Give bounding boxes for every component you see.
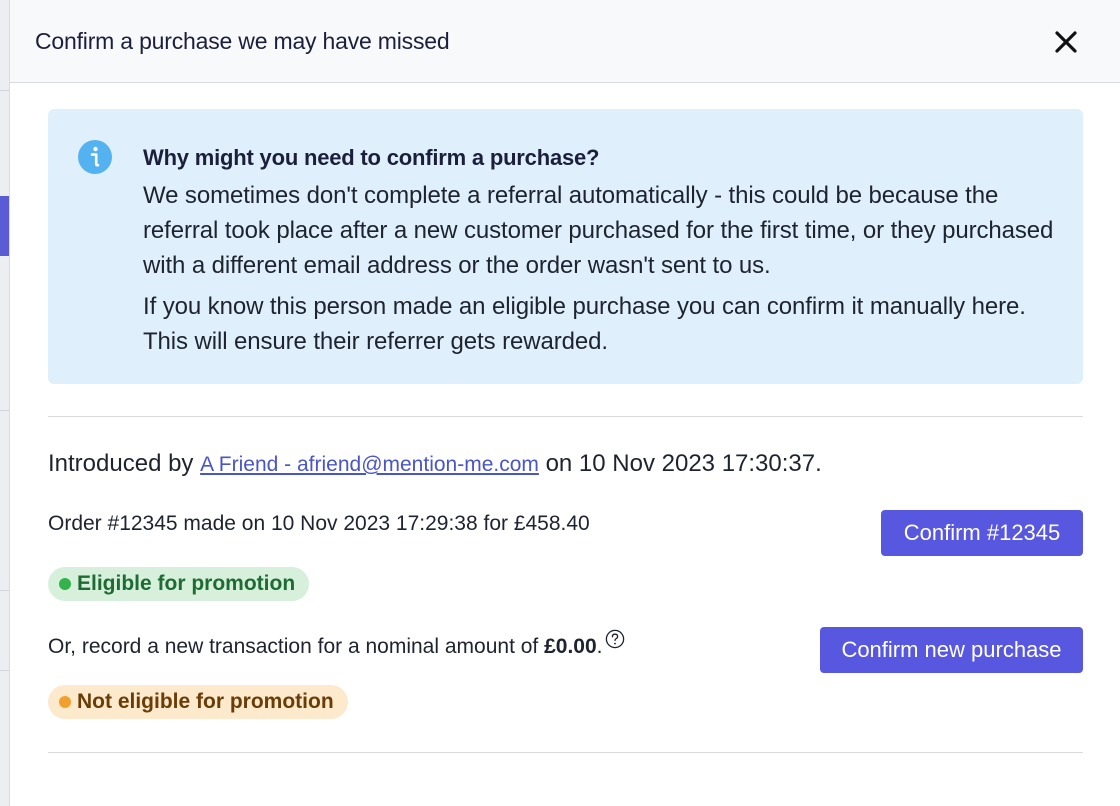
help-circle-icon[interactable] [605, 629, 625, 649]
confirm-purchase-modal: Confirm a purchase we may have missed Wh… [9, 0, 1120, 806]
confirm-order-button[interactable]: Confirm #12345 [881, 510, 1083, 556]
not-eligible-badge-label: Not eligible for promotion [77, 690, 334, 713]
status-dot [59, 578, 71, 590]
nominal-end: . [596, 635, 603, 658]
info-icon [78, 140, 112, 174]
order-details: Order #12345 made on 10 Nov 2023 17:29:3… [48, 512, 590, 535]
eligible-badge: Eligible for promotion [48, 567, 310, 601]
intro-prefix: Introduced by [48, 450, 194, 477]
section-divider [48, 752, 1083, 753]
info-paragraph: We sometimes don't complete a referral a… [143, 182, 1054, 279]
confirm-new-purchase-button[interactable]: Confirm new purchase [820, 627, 1083, 673]
referrer-link[interactable]: A Friend - afriend@mention-me.com [200, 453, 539, 476]
close-button[interactable] [1052, 28, 1080, 56]
nominal-text: Or, record a new transaction for a nomin… [48, 635, 539, 658]
modal-header: Confirm a purchase we may have missed [10, 0, 1120, 83]
modal-title: Confirm a purchase we may have missed [35, 28, 450, 54]
nominal-amount: £0.00 [544, 635, 597, 658]
info-heading: Why might you need to confirm a purchase… [143, 145, 600, 170]
not-eligible-badge: Not eligible for promotion [48, 685, 348, 719]
info-panel: Why might you need to confirm a purchase… [48, 109, 1083, 384]
referral-introduction: Introduced by A Friend - afriend@mention… [48, 450, 822, 478]
status-dot [59, 696, 71, 708]
section-divider [48, 416, 1083, 417]
intro-suffix: on 10 Nov 2023 17:30:37. [545, 450, 822, 477]
eligible-badge-label: Eligible for promotion [77, 572, 296, 595]
info-paragraph: If you know this person made an eligible… [143, 293, 1026, 355]
nominal-transaction-text: Or, record a new transaction for a nomin… [48, 629, 625, 659]
close-icon [1055, 31, 1077, 53]
